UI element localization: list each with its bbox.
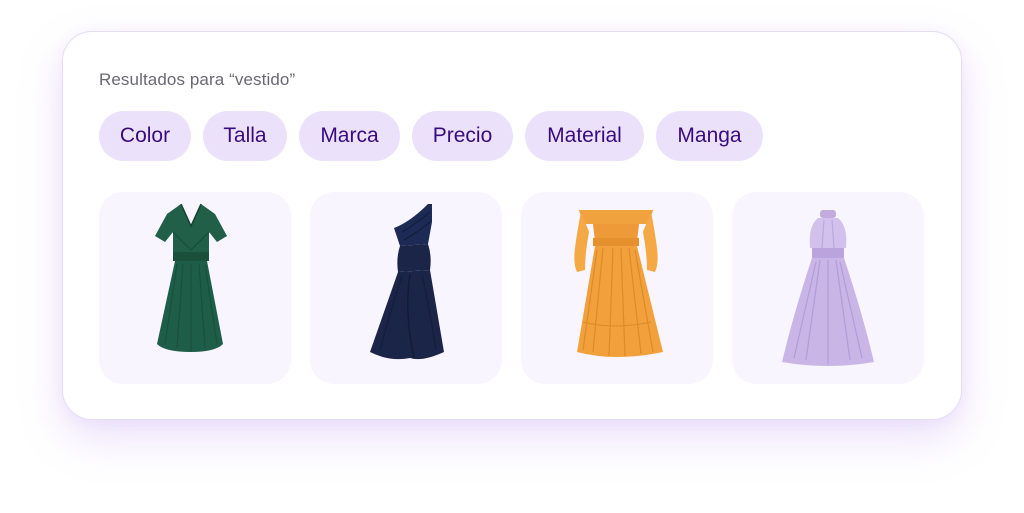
filter-chip-price[interactable]: Precio — [412, 111, 513, 161]
product-card[interactable] — [99, 192, 291, 384]
filter-chip-material[interactable]: Material — [525, 111, 644, 161]
green-wrap-dress-icon — [155, 203, 227, 352]
lilac-halter-dress-icon — [782, 210, 874, 366]
stage: Resultados para “vestido” Color Talla Ma… — [0, 0, 1024, 513]
product-card[interactable] — [732, 192, 924, 384]
results-heading: Resultados para “vestido” — [99, 70, 296, 89]
orange-off-shoulder-dress-icon — [574, 210, 663, 357]
filter-chip-size[interactable]: Talla — [203, 111, 287, 161]
product-card[interactable] — [521, 192, 713, 384]
filter-chip-color[interactable]: Color — [99, 111, 191, 161]
navy-one-shoulder-dress-icon — [370, 204, 444, 360]
product-card[interactable] — [310, 192, 502, 384]
search-results-card: Resultados para “vestido” Color Talla Ma… — [62, 31, 962, 420]
filter-chip-sleeve[interactable]: Manga — [656, 111, 763, 161]
filter-chip-brand[interactable]: Marca — [299, 111, 400, 161]
